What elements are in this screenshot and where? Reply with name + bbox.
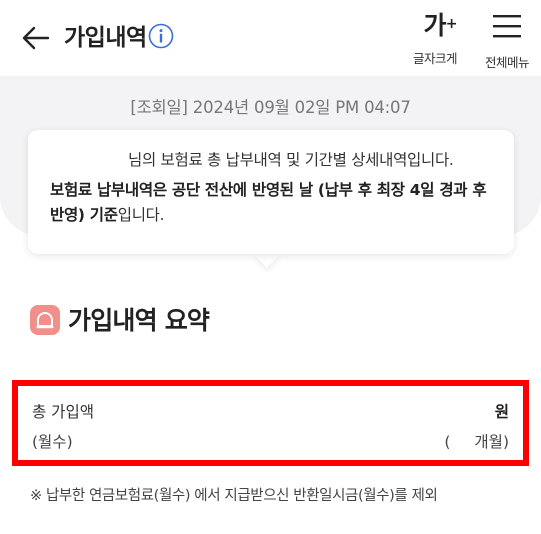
notice-line-2: 보험료 납부내역은 공단 전산에 반영된 날 (납부 후 최장 4일 경과 후 … <box>50 178 500 228</box>
font-size-plus: + <box>445 16 458 32</box>
notice-bold-text: 보험료 납부내역은 공단 전산에 반영된 날 (납부 후 최장 4일 경과 후 … <box>50 181 487 224</box>
info-button[interactable] <box>148 23 174 49</box>
app-header: 가입내역 가 + 글자크게 전체메뉴 <box>0 0 541 76</box>
inquiry-date: [조회일] 2024년 09월 02일 PM 04:07 <box>130 98 411 117</box>
months-value: ( 개월) <box>444 430 509 452</box>
months-open: ( <box>444 433 451 451</box>
info-icon <box>148 23 174 49</box>
font-size-glyph: 가 <box>423 11 447 40</box>
page-title: 가입내역 <box>64 25 147 51</box>
section-title: 가입내역 요약 <box>68 306 210 335</box>
back-button[interactable] <box>20 22 52 54</box>
font-size-icon: 가 + <box>423 8 457 44</box>
total-amount-label: 총 가입액 <box>32 403 94 421</box>
subscription-summary-box: 총 가입액 (월수) 원 ( 개월) <box>12 380 529 466</box>
notice-card: 님의 보험료 총 납부내역 및 기간별 상세내역입니다. 보험료 납부내역은 공… <box>28 130 514 254</box>
hamburger-menu-icon <box>492 8 522 44</box>
notice-line-1: 님의 보험료 총 납부내역 및 기간별 상세내역입니다. <box>128 151 454 169</box>
menu-label: 전체메뉴 <box>484 55 530 70</box>
arrow-left-icon <box>22 26 50 50</box>
total-amount-value: 원 <box>494 403 509 421</box>
notice-rest-text: 입니다. <box>117 206 165 224</box>
menu-button[interactable]: 전체메뉴 <box>474 8 540 71</box>
months-close: 개월) <box>474 433 509 451</box>
font-size-button[interactable]: 가 + 글자크게 <box>404 8 466 67</box>
font-size-label: 글자크게 <box>412 51 458 66</box>
summary-section-icon <box>30 305 60 335</box>
months-label: (월수) <box>32 433 73 451</box>
footnote: ※ 납부한 연금보험료(월수) 에서 지급받으신 반환일시금(월수)를 제외 <box>30 488 438 504</box>
